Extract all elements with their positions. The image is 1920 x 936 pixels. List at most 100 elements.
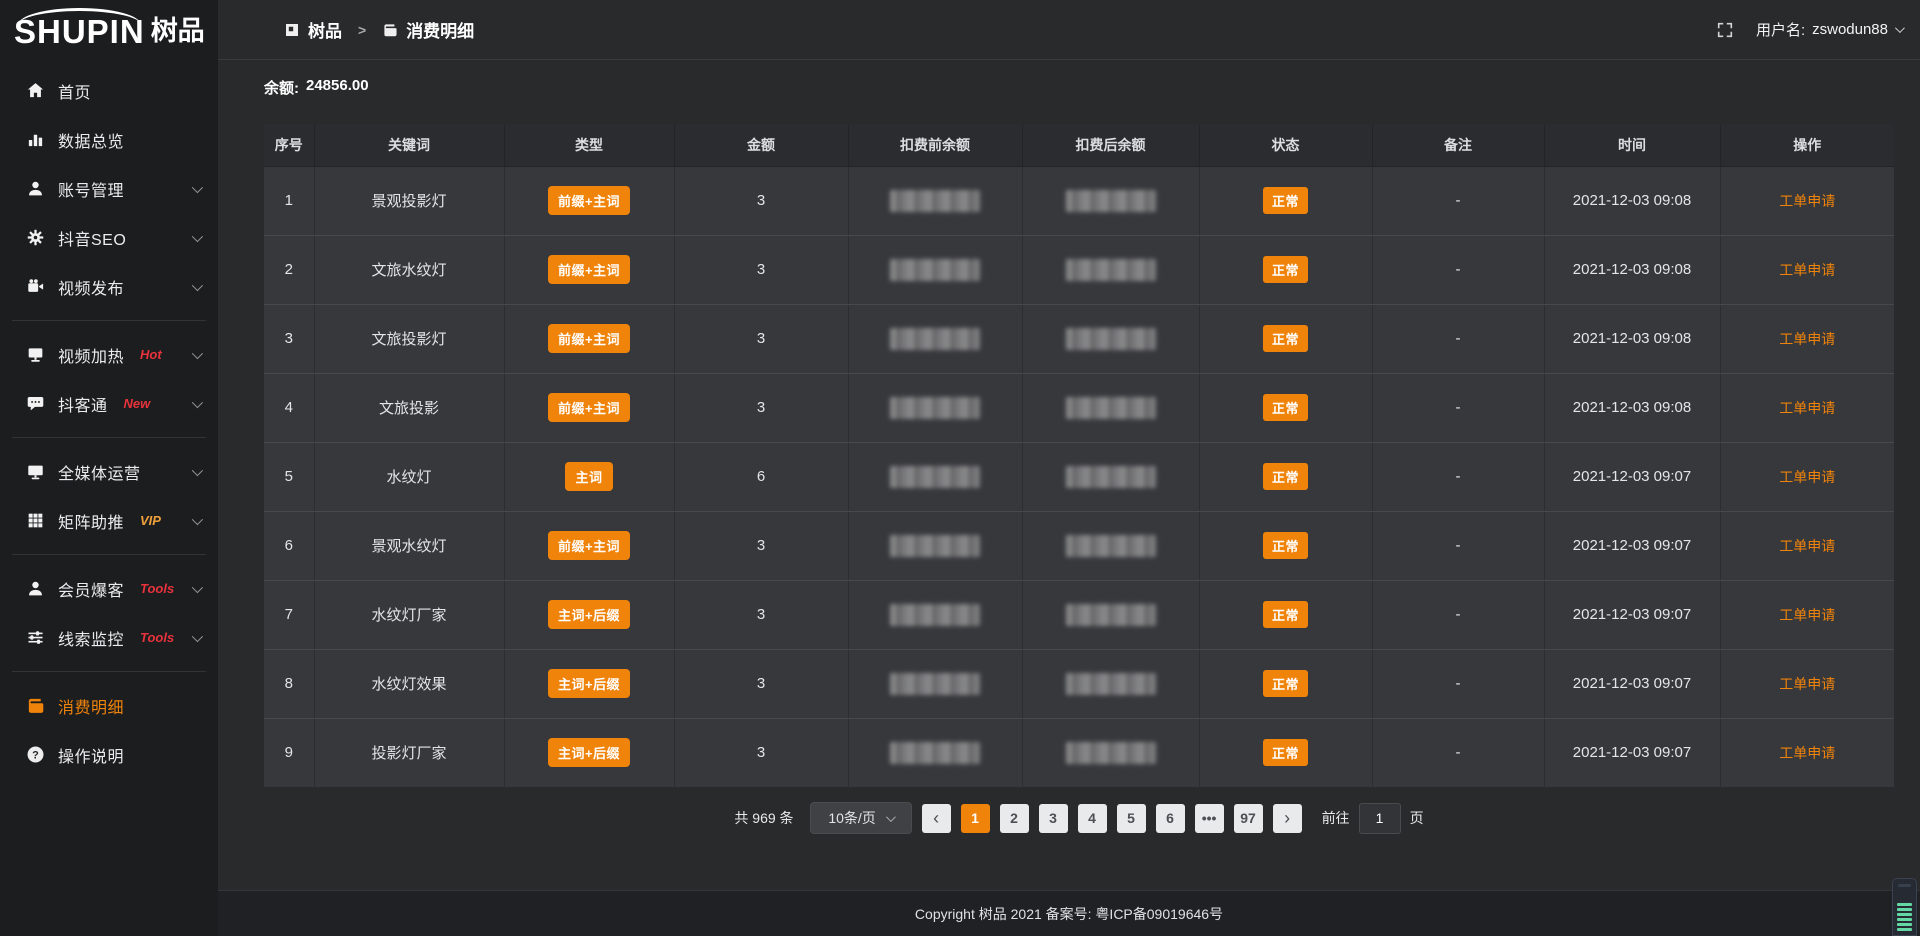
page-button-6[interactable]: 6: [1156, 804, 1185, 833]
goto-group: 前往 页: [1322, 803, 1424, 834]
table-row: 1 景观投影灯 前缀+主词 3 正常 - 2021-12-03 09:08 工单…: [264, 166, 1894, 235]
masked-balance-after: [1066, 604, 1156, 626]
page-size-value: 10条/页: [828, 808, 875, 828]
masked-balance-after: [1066, 673, 1156, 695]
page-button-5[interactable]: 5: [1117, 804, 1146, 833]
masked-balance-before: [890, 604, 980, 626]
sidebar-item-consume-detail[interactable]: 消费明细: [0, 681, 218, 730]
video-camera-icon: [26, 277, 45, 296]
floating-widget[interactable]: [1892, 878, 1917, 936]
logo-cjk-text: 树品: [151, 18, 205, 45]
type-badge: 前缀+主词: [548, 531, 630, 560]
sidebar-item-video-heat[interactable]: 视频加热 Hot: [0, 330, 218, 379]
work-order-link[interactable]: 工单申请: [1779, 676, 1835, 692]
cell-time: 2021-12-03 09:08: [1544, 166, 1720, 235]
sidebar-divider: [12, 554, 206, 555]
cell-keyword: 景观投影灯: [314, 166, 504, 235]
breadcrumb-root[interactable]: 树品: [308, 17, 342, 42]
balance-label: 余额:: [264, 77, 299, 98]
column-header-9: 操作: [1720, 124, 1894, 166]
cell-balance-before: [848, 580, 1022, 649]
work-order-link[interactable]: 工单申请: [1779, 745, 1835, 761]
cell-remark: -: [1372, 235, 1544, 304]
table-row: 6 景观水纹灯 前缀+主词 3 正常 - 2021-12-03 09:07 工单…: [264, 511, 1894, 580]
cell-amount: 3: [674, 166, 848, 235]
cell-amount: 3: [674, 649, 848, 718]
next-page-button[interactable]: ›: [1273, 804, 1302, 833]
work-order-link[interactable]: 工单申请: [1779, 538, 1835, 554]
masked-balance-before: [890, 466, 980, 488]
fullscreen-icon[interactable]: [1716, 21, 1734, 39]
page-button-3[interactable]: 3: [1039, 804, 1068, 833]
sidebar-item-douketong[interactable]: 抖客通 New: [0, 379, 218, 428]
sidebar-item-data-overview[interactable]: 数据总览: [0, 115, 218, 164]
cell-time: 2021-12-03 09:08: [1544, 304, 1720, 373]
sidebar-item-clue-monitor[interactable]: 线索监控 Tools: [0, 613, 218, 662]
balance-value: 24856.00: [306, 77, 369, 98]
work-order-link[interactable]: 工单申请: [1779, 607, 1835, 623]
page-button-2[interactable]: 2: [1000, 804, 1029, 833]
sidebar-item-help[interactable]: ? 操作说明: [0, 730, 218, 779]
cell-keyword: 文旅水纹灯: [314, 235, 504, 304]
sidebar-item-tag: New: [124, 396, 151, 411]
cell-action: 工单申请: [1720, 442, 1894, 511]
page-button-1[interactable]: 1: [961, 804, 990, 833]
sidebar-item-omni-media[interactable]: 全媒体运营: [0, 447, 218, 496]
wallet-icon: [382, 22, 398, 38]
cell-index: 7: [264, 580, 314, 649]
sidebar-item-video-publish[interactable]: 视频发布: [0, 262, 218, 311]
sidebar-item-label: 数据总览: [58, 128, 124, 152]
cell-status: 正常: [1199, 580, 1372, 649]
cell-balance-after: [1022, 166, 1199, 235]
sidebar-item-tag: Tools: [140, 630, 174, 645]
sidebar-item-matrix-boost[interactable]: 矩阵助推 VIP: [0, 496, 218, 545]
masked-balance-after: [1066, 328, 1156, 350]
cell-time: 2021-12-03 09:08: [1544, 373, 1720, 442]
work-order-link[interactable]: 工单申请: [1779, 331, 1835, 347]
cell-keyword: 水纹灯厂家: [314, 580, 504, 649]
goto-page-input[interactable]: [1359, 803, 1401, 834]
breadcrumb-separator: >: [358, 22, 366, 38]
chevron-down-icon: [192, 230, 203, 241]
page-buttons: 123456 ••• 97: [961, 804, 1263, 833]
work-order-link[interactable]: 工单申请: [1779, 469, 1835, 485]
user-menu[interactable]: 用户名: zswodun88: [1756, 19, 1902, 40]
type-badge: 主词: [565, 462, 612, 491]
table-row: 2 文旅水纹灯 前缀+主词 3 正常 - 2021-12-03 09:08 工单…: [264, 235, 1894, 304]
sidebar-item-member-burst[interactable]: 会员爆客 Tools: [0, 564, 218, 613]
cell-balance-after: [1022, 373, 1199, 442]
page-size-select[interactable]: 10条/页: [810, 802, 912, 834]
svg-text:?: ?: [32, 750, 39, 762]
work-order-link[interactable]: 工单申请: [1779, 193, 1835, 209]
sidebar-item-label: 操作说明: [58, 743, 124, 767]
cell-remark: -: [1372, 511, 1544, 580]
sidebar-divider: [12, 320, 206, 321]
cell-remark: -: [1372, 718, 1544, 787]
pagination: 共 969 条 10条/页 ‹ 123456•••97 › 前往 页: [264, 802, 1894, 834]
sidebar-item-home[interactable]: 首页: [0, 66, 218, 115]
cell-index: 4: [264, 373, 314, 442]
cell-type: 前缀+主词: [504, 166, 674, 235]
cell-balance-after: [1022, 580, 1199, 649]
masked-balance-after: [1066, 466, 1156, 488]
bar-chart-icon: [26, 130, 45, 149]
status-badge: 正常: [1263, 325, 1308, 352]
monitor-icon: [26, 462, 45, 481]
cell-amount: 3: [674, 580, 848, 649]
work-order-link[interactable]: 工单申请: [1779, 400, 1835, 416]
work-order-link[interactable]: 工单申请: [1779, 262, 1835, 278]
sidebar-item-douyin-seo[interactable]: 抖音SEO: [0, 213, 218, 262]
page-button-4[interactable]: 4: [1078, 804, 1107, 833]
cell-action: 工单申请: [1720, 580, 1894, 649]
sidebar-item-account-manage[interactable]: 账号管理: [0, 164, 218, 213]
user-icon: [26, 179, 45, 198]
cell-balance-before: [848, 442, 1022, 511]
tv-icon: [26, 345, 45, 364]
page-button-97[interactable]: 97: [1234, 804, 1263, 833]
cell-type: 前缀+主词: [504, 511, 674, 580]
prev-page-button[interactable]: ‹: [922, 804, 951, 833]
status-badge: 正常: [1263, 670, 1308, 697]
cell-index: 9: [264, 718, 314, 787]
page-ellipsis-button[interactable]: •••: [1195, 804, 1224, 833]
cell-remark: -: [1372, 580, 1544, 649]
